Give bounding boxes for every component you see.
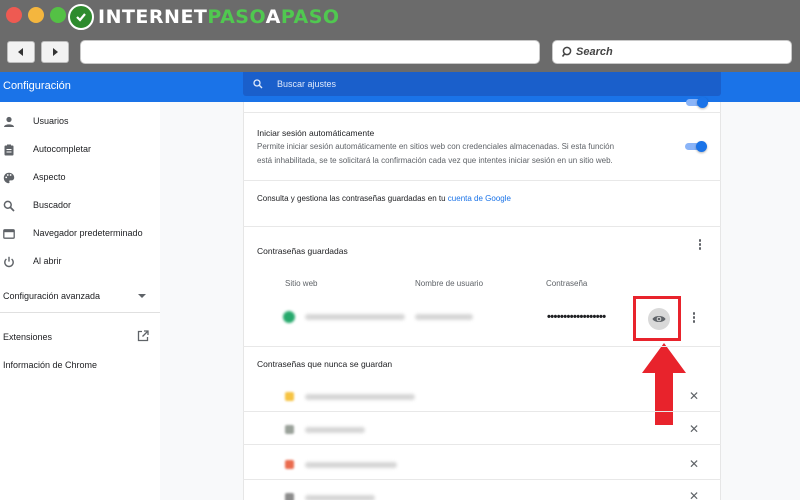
palette-icon — [3, 172, 15, 184]
row-divider — [243, 479, 721, 480]
browser-icon — [3, 229, 15, 239]
toggle-knob — [696, 141, 707, 152]
sidebar-item-buscador[interactable]: Buscador — [0, 196, 160, 216]
sidebar-item-informacion-chrome[interactable]: Información de Chrome — [0, 355, 160, 375]
toggle-knob — [697, 97, 708, 108]
saved-passwords-title: Contraseñas guardadas — [257, 246, 348, 256]
column-header-username: Nombre de usuario — [415, 279, 484, 288]
row-divider — [243, 112, 721, 113]
extensions-label: Extensiones — [3, 332, 53, 342]
person-icon — [4, 116, 14, 127]
site-favicon — [283, 311, 295, 323]
never-saved-title: Contraseñas que nunca se guardan — [257, 359, 393, 369]
open-in-new-icon — [137, 330, 149, 342]
autologin-description-line1: Permite iniciar sesión automáticamente e… — [257, 142, 615, 151]
sidebar-item-label: Al abrir — [33, 256, 62, 266]
logo-icon — [68, 4, 94, 30]
browser-chrome: INTERNETPASOAPASO Search — [0, 0, 800, 72]
forward-arrow-icon — [53, 48, 58, 56]
logo-text-part: PASO — [280, 6, 340, 28]
logo-text-part: A — [265, 6, 281, 28]
sidebar-item-label: Aspecto — [33, 172, 66, 182]
clipboard-icon — [4, 144, 14, 156]
settings-sidebar: Usuarios Autocompletar Aspecto Buscador … — [0, 102, 160, 500]
sidebar-item-label: Usuarios — [33, 116, 69, 126]
sidebar-item-label: Buscador — [33, 200, 72, 210]
show-password-button[interactable] — [648, 308, 670, 330]
manage-passwords-prefix: Consulta y gestiona las contraseñas guar… — [257, 194, 448, 203]
sidebar-item-extensiones[interactable]: Extensiones — [0, 327, 160, 347]
close-icon[interactable]: ✕ — [689, 490, 699, 500]
close-icon[interactable]: ✕ — [689, 390, 699, 402]
sidebar-item-label: Navegador predeterminado — [33, 228, 143, 238]
settings-search-input[interactable]: Buscar ajustes — [243, 72, 721, 96]
highlight-box — [633, 296, 681, 341]
autologin-title: Iniciar sesión automáticamente — [257, 128, 375, 138]
sidebar-item-al-abrir[interactable]: Al abrir — [0, 252, 160, 272]
site-url-blurred — [305, 314, 405, 320]
page-title: Configuración — [3, 80, 71, 92]
column-header-site: Sitio web — [285, 279, 318, 288]
search-icon — [3, 200, 15, 212]
eye-icon — [652, 316, 666, 322]
close-window-button[interactable] — [6, 7, 22, 23]
search-placeholder: Search — [576, 46, 613, 58]
google-account-link[interactable]: cuenta de Google — [448, 194, 511, 203]
site-url-blurred — [305, 462, 397, 468]
row-divider — [243, 180, 721, 181]
logo-text: INTERNETPASOAPASO — [98, 6, 340, 28]
site-favicon — [285, 425, 294, 434]
back-arrow-icon — [18, 48, 23, 56]
advanced-settings-label: Configuración avanzada — [3, 291, 101, 301]
column-header-password: Contraseña — [546, 279, 588, 288]
site-url-blurred — [305, 394, 415, 400]
site-favicon — [285, 493, 294, 500]
search-icon — [561, 46, 572, 57]
settings-header: Configuración Buscar ajustes — [0, 72, 800, 102]
saved-passwords-menu-icon[interactable] — [697, 239, 703, 250]
red-arrow-annotation — [642, 343, 686, 425]
close-icon[interactable]: ✕ — [689, 458, 699, 470]
site-url-blurred — [305, 427, 365, 433]
sidebar-item-usuarios[interactable]: Usuarios — [0, 112, 160, 132]
maximize-window-button[interactable] — [50, 7, 66, 23]
minimize-window-button[interactable] — [28, 7, 44, 23]
about-chrome-label: Información de Chrome — [3, 360, 98, 370]
section-divider — [243, 226, 721, 227]
sidebar-advanced-settings[interactable]: Configuración avanzada — [0, 286, 160, 306]
site-url-blurred — [305, 495, 375, 500]
search-icon — [253, 79, 263, 89]
logo-text-part: PASO — [207, 6, 266, 28]
password-row-menu-icon[interactable] — [691, 312, 697, 323]
sidebar-divider — [0, 312, 160, 313]
sidebar-item-aspecto[interactable]: Aspecto — [0, 168, 160, 188]
username-blurred — [415, 314, 473, 320]
logo-text-part: INTERNET — [98, 6, 208, 28]
browser-search-input[interactable]: Search — [552, 40, 792, 64]
sidebar-item-label: Autocompletar — [33, 144, 92, 154]
window-controls — [6, 7, 66, 23]
site-logo: INTERNETPASOAPASO — [68, 4, 340, 30]
sidebar-item-navegador-predeterminado[interactable]: Navegador predeterminado — [0, 224, 160, 244]
power-icon — [4, 256, 14, 268]
back-button[interactable] — [7, 41, 35, 63]
partial-toggle[interactable] — [686, 97, 708, 108]
password-mask: •••••••••••••••••• — [547, 311, 606, 323]
autologin-toggle[interactable] — [685, 141, 707, 152]
settings-search-placeholder: Buscar ajustes — [277, 79, 337, 89]
section-divider — [243, 346, 721, 347]
manage-passwords-text: Consulta y gestiona las contraseñas guar… — [257, 194, 511, 203]
row-divider — [243, 444, 721, 445]
dropdown-arrow-icon — [138, 294, 146, 298]
sidebar-item-autocompletar[interactable]: Autocompletar — [0, 140, 160, 160]
site-favicon — [285, 460, 294, 469]
forward-button[interactable] — [41, 41, 69, 63]
address-bar[interactable] — [80, 40, 540, 64]
autologin-description-line2: está inhabilitada, se te solicitará la c… — [257, 156, 613, 165]
site-favicon — [285, 392, 294, 401]
row-divider — [243, 411, 721, 412]
close-icon[interactable]: ✕ — [689, 423, 699, 435]
